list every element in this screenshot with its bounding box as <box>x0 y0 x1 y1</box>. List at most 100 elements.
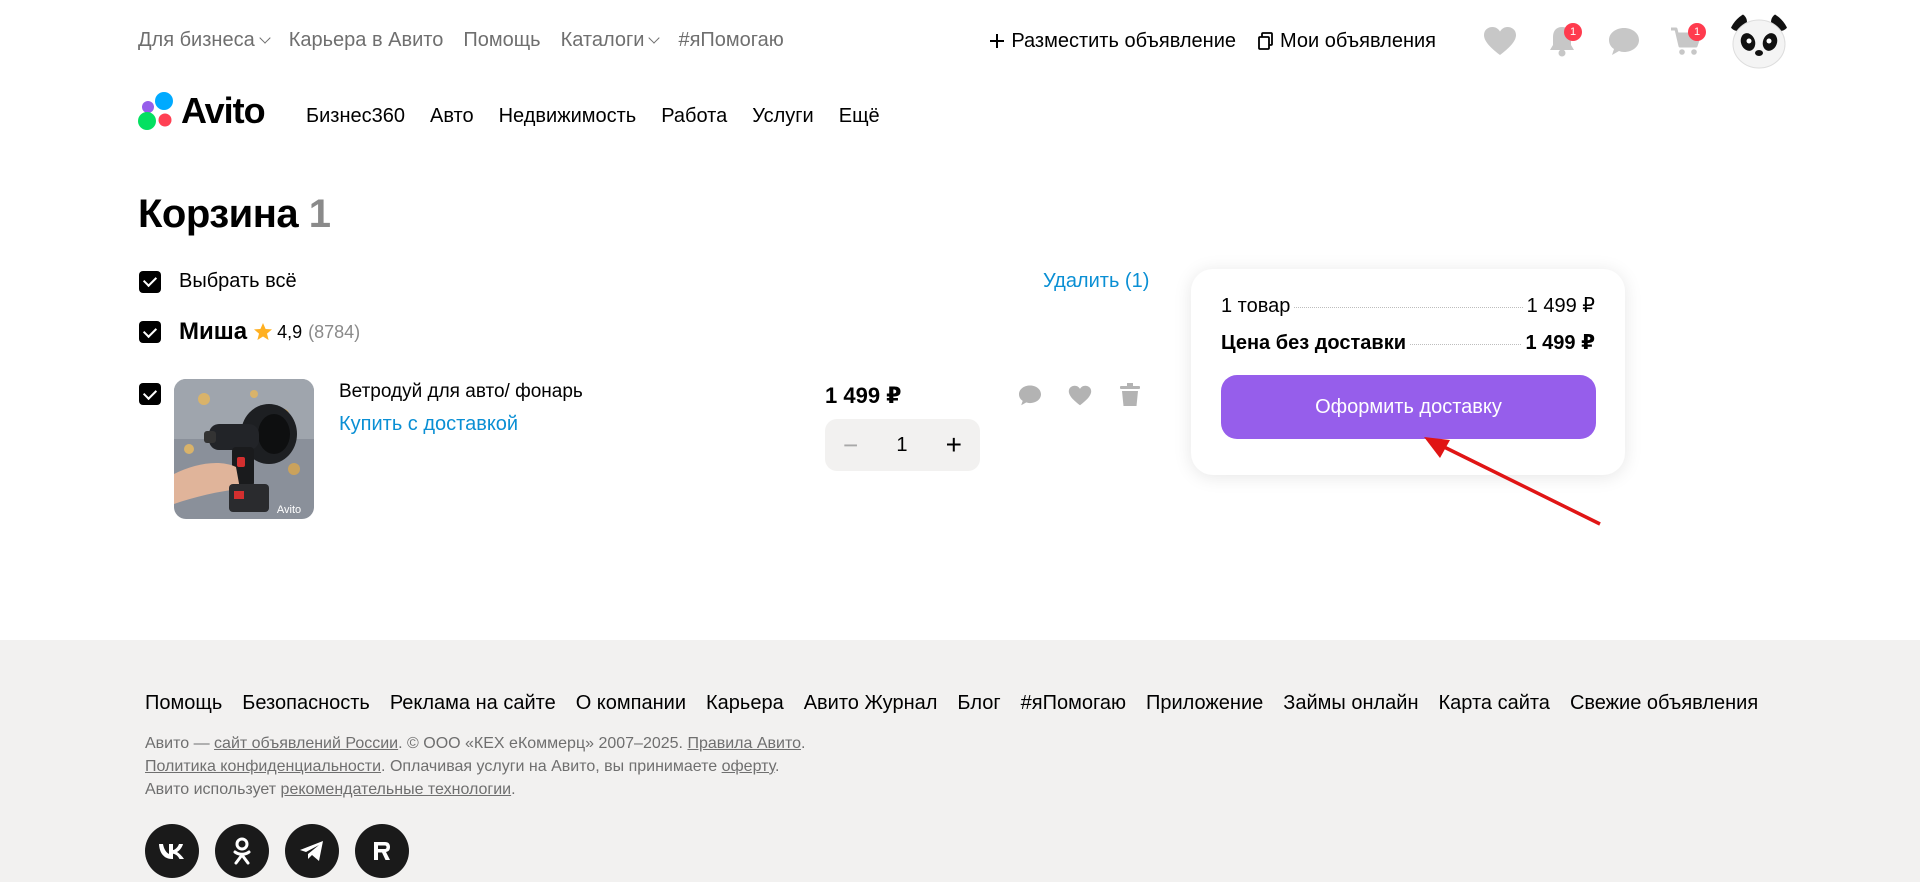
seller-row: Миша 4,9 (8784) <box>139 318 360 346</box>
quantity-stepper: − 1 + <box>825 419 980 471</box>
footer-link-fresh[interactable]: Свежие объявления <box>1570 692 1758 715</box>
cart-button[interactable]: 1 <box>1666 21 1706 61</box>
top-nav-catalogs[interactable]: Каталоги <box>560 28 661 52</box>
chevron-down-icon <box>259 31 271 44</box>
cart-badge: 1 <box>1688 23 1706 41</box>
item-price: 1 499 ₽ <box>825 383 902 408</box>
summary-items-price: 1 499 ₽ <box>1526 295 1595 317</box>
social-links <box>145 824 409 878</box>
ok-icon[interactable] <box>215 824 269 878</box>
footer-link-blog[interactable]: Блог <box>957 692 1000 715</box>
avito-logo[interactable]: Avito <box>135 90 266 132</box>
select-all-checkbox[interactable] <box>139 270 161 293</box>
panda-avatar-icon <box>1728 10 1790 72</box>
post-ad-label: Разместить объявление <box>1011 29 1236 52</box>
category-jobs[interactable]: Работа <box>661 105 727 128</box>
footer-link-sitemap[interactable]: Карта сайта <box>1439 692 1550 715</box>
footer-legal: Авито — сайт объявлений России. © ООО «К… <box>145 732 805 801</box>
seller-name[interactable]: Миша <box>179 318 247 346</box>
item-checkbox[interactable] <box>139 383 161 405</box>
category-nav: Бизнес360 Авто Недвижимость Работа Услуг… <box>306 105 880 128</box>
buy-with-delivery-link[interactable]: Купить с доставкой <box>339 413 518 436</box>
footer-link-safety[interactable]: Безопасность <box>242 692 370 715</box>
star-icon <box>253 322 273 342</box>
top-nav-catalogs-label: Каталоги <box>560 28 645 51</box>
legal-text: Авито использует <box>145 781 281 798</box>
annotation-arrow-icon <box>1424 437 1601 526</box>
quantity-decrease-button[interactable]: − <box>843 430 858 461</box>
notifications-button[interactable]: 1 <box>1542 21 1582 61</box>
select-all-label[interactable]: Выбрать всё <box>179 270 297 293</box>
chevron-down-icon <box>648 31 661 44</box>
my-ads-link[interactable]: Мои объявления <box>1258 30 1436 53</box>
category-auto[interactable]: Авто <box>430 105 474 128</box>
summary-no-delivery-price: 1 499 ₽ <box>1525 332 1595 354</box>
notifications-badge: 1 <box>1564 23 1582 41</box>
footer-link-journal[interactable]: Авито Журнал <box>804 692 938 715</box>
category-more[interactable]: Ещё <box>839 105 880 128</box>
top-nav-business[interactable]: Для бизнеса <box>138 28 271 52</box>
category-realty[interactable]: Недвижимость <box>499 105 637 128</box>
footer-link-help-tag[interactable]: #яПомогаю <box>1021 692 1126 715</box>
heart-icon <box>1068 385 1092 405</box>
remove-item-button[interactable] <box>1117 382 1143 408</box>
footer-link-ads[interactable]: Реклама на сайте <box>390 692 556 715</box>
seller-reviews[interactable]: (8784) <box>308 322 360 343</box>
summary-no-delivery-label: Цена без доставки <box>1221 332 1406 354</box>
post-ad-link[interactable]: Разместить объявление <box>989 30 1236 53</box>
copy-icon <box>1258 32 1274 50</box>
messages-button[interactable] <box>1604 21 1644 61</box>
footer-link-loans[interactable]: Займы онлайн <box>1283 692 1418 715</box>
footer-link-about[interactable]: О компании <box>576 692 686 715</box>
delete-selected-link[interactable]: Удалить (1) <box>1043 270 1149 293</box>
add-to-favorites-button[interactable] <box>1067 382 1093 408</box>
legal-text: . <box>511 781 516 798</box>
category-services[interactable]: Услуги <box>752 105 814 128</box>
telegram-icon[interactable] <box>285 824 339 878</box>
quantity-increase-button[interactable]: + <box>946 429 962 461</box>
vk-icon[interactable] <box>145 824 199 878</box>
top-nav-help-tag[interactable]: #яПомогаю <box>678 29 783 52</box>
summary-no-delivery-row: Цена без доставки 1 499 ₽ <box>1221 330 1595 355</box>
heart-icon <box>1484 27 1516 55</box>
dotted-leader <box>1294 307 1523 308</box>
favorites-button[interactable] <box>1480 21 1520 61</box>
top-nav-career[interactable]: Карьера в Авито <box>289 29 444 52</box>
avatar[interactable] <box>1728 10 1790 72</box>
legal-line-3: Авито использует рекомендательные технол… <box>145 778 805 801</box>
dotted-leader <box>1410 344 1522 345</box>
seller-checkbox[interactable] <box>139 321 161 343</box>
legal-link-recommend[interactable]: рекомендательные технологии <box>281 781 512 798</box>
footer-link-help[interactable]: Помощь <box>145 692 222 715</box>
my-ads-label: Мои объявления <box>1280 29 1436 52</box>
select-all-row: Выбрать всё <box>139 270 297 293</box>
summary-items-label: 1 товар <box>1221 295 1291 317</box>
page-title: Корзина 1 <box>138 192 331 237</box>
footer-link-app[interactable]: Приложение <box>1146 692 1263 715</box>
category-business360[interactable]: Бизнес360 <box>306 105 405 128</box>
footer-link-career[interactable]: Карьера <box>706 692 784 715</box>
image-watermark: Avito <box>277 504 301 516</box>
legal-link-privacy[interactable]: Политика конфиденциальности <box>145 758 381 775</box>
item-image[interactable]: Avito <box>174 379 314 519</box>
legal-link-site[interactable]: сайт объявлений России <box>214 735 398 752</box>
legal-text: Авито — <box>145 735 215 752</box>
legal-text: . © ООО «КЕХ еКоммерц» 2007–2025. <box>398 735 688 752</box>
legal-link-rules[interactable]: Правила Авито <box>687 735 801 752</box>
legal-link-offer[interactable]: оферту <box>722 758 775 775</box>
legal-line-1: Авито — сайт объявлений России. © ООО «К… <box>145 732 805 755</box>
cart-count: 1 <box>308 192 331 236</box>
item-title[interactable]: Ветродуй для авто/ фонарь <box>339 381 583 403</box>
chat-icon <box>1609 28 1639 55</box>
rutube-icon[interactable] <box>355 824 409 878</box>
top-nav-help[interactable]: Помощь <box>463 29 540 52</box>
message-seller-button[interactable] <box>1017 382 1043 408</box>
top-nav-business-label: Для бизнеса <box>138 28 255 51</box>
plus-icon <box>989 33 1005 49</box>
seller-rating: 4,9 <box>277 321 303 342</box>
top-bar: Для бизнеса Карьера в Авито Помощь Катал… <box>138 10 1790 72</box>
cart-title-label: Корзина <box>138 192 299 236</box>
product-photo-icon: Avito <box>174 379 314 519</box>
top-nav: Для бизнеса Карьера в Авито Помощь Катал… <box>138 29 784 52</box>
legal-line-2: Политика конфиденциальности. Оплачивая у… <box>145 755 805 778</box>
